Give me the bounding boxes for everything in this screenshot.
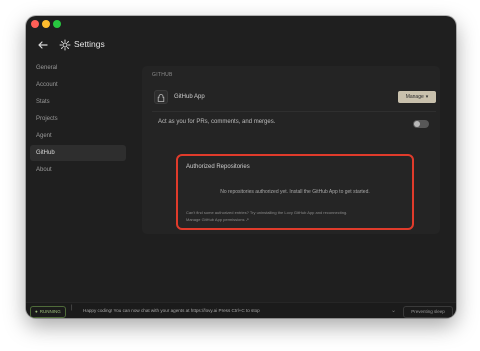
manage-permissions-link[interactable]: Manage GitHub App permissions ↗ [186, 217, 249, 222]
close-window-button[interactable] [31, 20, 39, 28]
sidebar-item-github[interactable]: GitHub [30, 145, 126, 161]
app-window: Settings General Account Stats Projects … [26, 16, 456, 318]
divider [152, 111, 436, 112]
running-label: RUNNING [39, 309, 61, 314]
section-label: GITHUB [152, 72, 173, 78]
status-bar: ● RUNNING | Happy coding! You can now ch… [26, 302, 456, 318]
github-section: GITHUB GitHub App Manage ▾ Act as you fo… [142, 66, 440, 234]
chevron-down-icon[interactable]: ⌄ [391, 307, 396, 314]
status-message: Happy coding! You can now chat with your… [83, 308, 260, 313]
github-app-name: GitHub App [174, 94, 205, 100]
chevron-down-icon: ▾ [425, 94, 429, 100]
authorized-repositories-title: Authorized Repositories [186, 164, 250, 170]
toggle-knob [414, 121, 420, 127]
running-dot-icon: ● [35, 309, 38, 314]
settings-header: Settings [26, 34, 456, 60]
github-app-icon [154, 90, 168, 104]
empty-state-text: No repositories authorized yet. Install … [220, 189, 370, 195]
sidebar-item-about[interactable]: About [30, 162, 126, 178]
back-arrow-icon[interactable] [36, 38, 50, 52]
sidebar-item-general[interactable]: General [30, 60, 126, 76]
page-title: Settings [74, 39, 105, 49]
authorized-repositories-panel: Authorized Repositories No repositories … [176, 154, 414, 230]
title-bar [26, 16, 456, 34]
act-as-you-label: Act as you for PRs, comments, and merges… [158, 119, 276, 125]
manage-button-label: Manage [405, 94, 424, 100]
troubleshoot-note: Can't find some authorized entries? Try … [186, 210, 348, 215]
sidebar-item-projects[interactable]: Projects [30, 111, 126, 127]
act-as-you-toggle[interactable] [413, 120, 429, 128]
preventing-sleep-button[interactable]: Preventing sleep [403, 306, 453, 318]
manage-button[interactable]: Manage ▾ [398, 91, 436, 103]
gear-icon [58, 38, 72, 52]
zoom-window-button[interactable] [53, 20, 61, 28]
sidebar-item-account[interactable]: Account [30, 77, 126, 93]
settings-content: GITHUB GitHub App Manage ▾ Act as you fo… [142, 66, 440, 310]
running-status-badge: ● RUNNING [30, 306, 66, 318]
status-separator: | [71, 305, 73, 311]
sidebar-item-stats[interactable]: Stats [30, 94, 126, 110]
minimize-window-button[interactable] [42, 20, 50, 28]
sidebar-item-agent[interactable]: Agent [30, 128, 126, 144]
